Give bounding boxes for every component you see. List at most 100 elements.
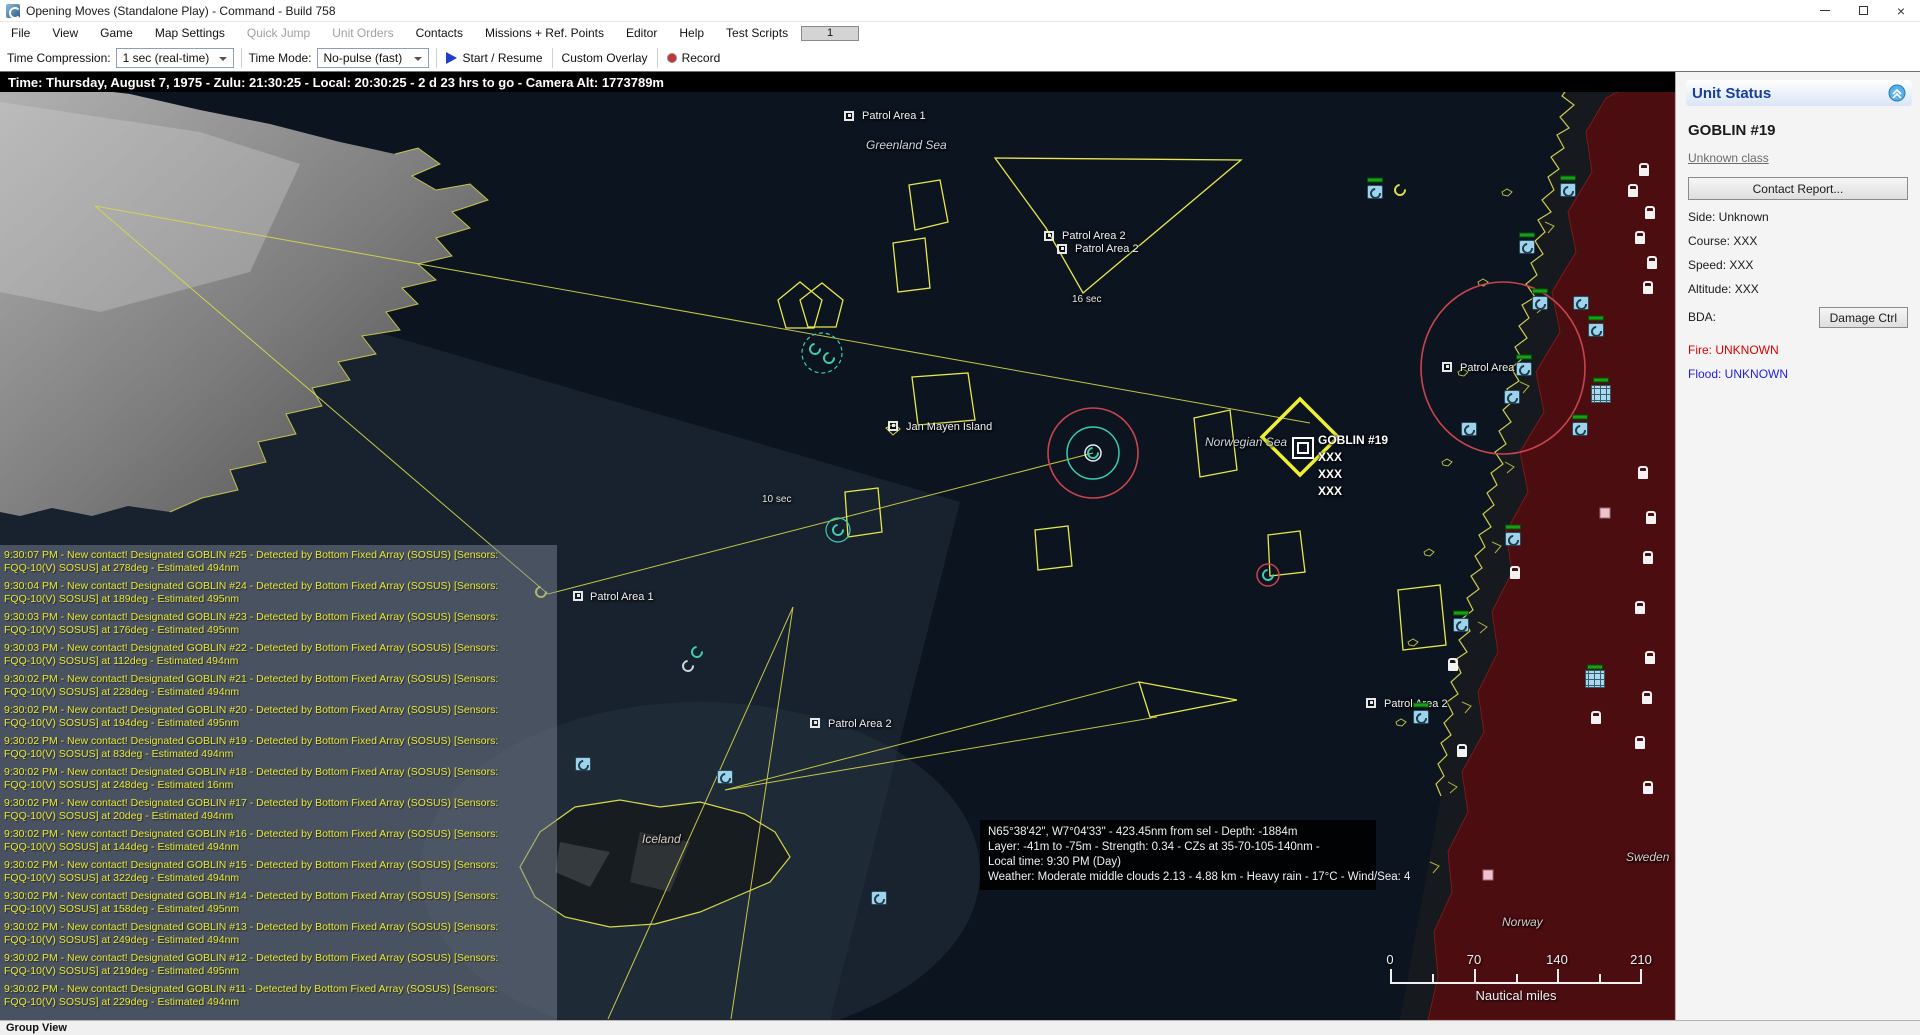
lock-icon[interactable] [1635, 236, 1645, 244]
time-mode-select[interactable]: No-pulse (fast) [317, 48, 429, 68]
menu-map-settings[interactable]: Map Settings [144, 23, 236, 43]
menu-missions-ref-points[interactable]: Missions + Ref. Points [474, 23, 615, 43]
label-sweden: Sweden [1626, 850, 1669, 864]
unit-status-bar[interactable] [1516, 355, 1532, 360]
sensor-site-icon[interactable] [575, 757, 591, 771]
lock-icon[interactable] [1639, 168, 1649, 176]
sensor-site-icon[interactable] [1367, 185, 1383, 199]
lock-icon[interactable] [1448, 663, 1458, 671]
unit-status-bar[interactable] [1413, 703, 1429, 708]
airfield-icon[interactable] [1585, 670, 1605, 688]
log-entry-line1: 9:30:03 PM - New contact! Designated GOB… [4, 642, 557, 655]
maximize-button[interactable] [1844, 0, 1882, 21]
contact-report-button[interactable]: Contact Report... [1688, 177, 1908, 200]
unit-status-bar[interactable] [1587, 665, 1603, 670]
lock-icon[interactable] [1635, 741, 1645, 749]
sensor-site-icon[interactable] [1519, 240, 1535, 254]
menu-quick-jump[interactable]: Quick Jump [236, 23, 321, 43]
collapse-panel-icon[interactable] [1888, 84, 1906, 102]
lock-icon[interactable] [1510, 571, 1520, 579]
log-entry-line1: 9:30:04 PM - New contact! Designated GOB… [4, 580, 557, 593]
start-resume-label: Start / Resume [463, 51, 543, 65]
test-scripts-value-box[interactable]: 1 [801, 26, 859, 41]
log-entry: 9:30:02 PM - New contact! Designated GOB… [4, 983, 557, 1009]
menu-contacts[interactable]: Contacts [405, 23, 474, 43]
unit-status-bar[interactable] [1588, 316, 1604, 321]
menu-test-scripts[interactable]: Test Scripts [715, 23, 799, 43]
unit-flood-status: Flood: UNKNOWN [1688, 368, 1908, 381]
sensor-site-icon[interactable] [1588, 323, 1604, 337]
lock-icon[interactable] [1647, 261, 1657, 269]
message-log[interactable]: 9:30:07 PM - New contact! Designated GOB… [0, 545, 557, 1020]
menu-file[interactable]: File [0, 23, 41, 43]
lock-icon[interactable] [1645, 211, 1655, 219]
lock-icon[interactable] [1643, 556, 1653, 564]
log-entry-line1: 9:30:02 PM - New contact! Designated GOB… [4, 673, 557, 686]
reference-point-icon[interactable] [888, 421, 898, 431]
lock-icon[interactable] [1646, 516, 1656, 524]
sensor-site-icon[interactable] [871, 891, 887, 905]
log-entry-line1: 9:30:02 PM - New contact! Designated GOB… [4, 952, 557, 965]
sensor-site-icon[interactable] [1505, 532, 1521, 546]
sensor-site-icon[interactable] [1572, 422, 1588, 436]
lock-icon[interactable] [1645, 656, 1655, 664]
selected-unit-icon[interactable] [1292, 437, 1314, 459]
reference-point-icon[interactable] [844, 111, 854, 121]
unit-status-bar[interactable] [1560, 176, 1576, 181]
reference-point-icon[interactable] [1057, 244, 1067, 254]
unit-side: Side: Unknown [1688, 211, 1908, 224]
lock-icon[interactable] [1628, 189, 1638, 197]
sensor-site-icon[interactable] [1573, 296, 1589, 310]
menu-view[interactable]: View [41, 23, 89, 43]
sensor-site-icon[interactable] [1461, 422, 1477, 436]
sensor-site-icon[interactable] [1504, 390, 1520, 404]
reference-point-icon[interactable] [573, 591, 583, 601]
sensor-site-icon[interactable] [1560, 183, 1576, 197]
log-entry-line1: 9:30:02 PM - New contact! Designated GOB… [4, 704, 557, 717]
unit-status-bar[interactable] [1593, 378, 1609, 383]
unit-status-bar[interactable] [1532, 289, 1548, 294]
close-button[interactable]: × [1882, 0, 1920, 21]
menu-game[interactable]: Game [89, 23, 144, 43]
sensor-site-icon[interactable] [1516, 362, 1532, 376]
sensor-site-icon[interactable] [1532, 296, 1548, 310]
unit-status-bar[interactable] [1505, 525, 1521, 530]
lock-icon[interactable] [1643, 286, 1653, 294]
damage-ctrl-button[interactable]: Damage Ctrl [1819, 307, 1908, 328]
reference-point-icon[interactable] [1442, 362, 1452, 372]
reference-point-icon[interactable] [1044, 231, 1054, 241]
menu-unit-orders[interactable]: Unit Orders [321, 23, 404, 43]
unit-class-link[interactable]: Unknown class [1688, 151, 1769, 165]
menu-editor[interactable]: Editor [615, 23, 668, 43]
sensor-site-icon[interactable] [1453, 618, 1469, 632]
facility-icon[interactable] [1600, 508, 1611, 519]
lock-icon[interactable] [1591, 716, 1601, 724]
scale-bar: 070140210 Nautical miles [1390, 952, 1646, 1002]
custom-overlay-button[interactable]: Custom Overlay [560, 51, 650, 65]
unit-status-bar[interactable] [1519, 233, 1535, 238]
lock-icon[interactable] [1638, 471, 1648, 479]
airfield-icon[interactable] [1591, 385, 1611, 403]
unit-status-header: Unit Status [1686, 80, 1912, 106]
log-entry-line1: 9:30:03 PM - New contact! Designated GOB… [4, 611, 557, 624]
reference-point-icon[interactable] [810, 718, 820, 728]
record-toggle[interactable]: Record [665, 51, 723, 65]
map-canvas[interactable]: Time: Thursday, August 7, 1975 - Zulu: 2… [0, 72, 1675, 1020]
lock-icon[interactable] [1642, 696, 1652, 704]
lock-icon[interactable] [1635, 606, 1645, 614]
log-entry-line1: 9:30:02 PM - New contact! Designated GOB… [4, 828, 557, 841]
facility-icon[interactable] [1483, 870, 1494, 881]
sensor-site-icon[interactable] [1413, 710, 1429, 724]
unit-status-bar[interactable] [1367, 178, 1383, 183]
start-resume-button[interactable]: Start / Resume [444, 51, 545, 65]
lock-icon[interactable] [1643, 786, 1653, 794]
lock-icon[interactable] [1457, 749, 1467, 757]
time-compression-select[interactable]: 1 sec (real-time) [116, 48, 234, 68]
sensor-site-icon[interactable] [717, 770, 733, 784]
unit-status-bar[interactable] [1572, 415, 1588, 420]
reference-point-icon[interactable] [1366, 698, 1376, 708]
menu-help[interactable]: Help [668, 23, 715, 43]
minimize-button[interactable] [1806, 0, 1844, 21]
unit-status-bar[interactable] [1453, 611, 1469, 616]
time-mode-label: Time Mode: [249, 51, 312, 65]
